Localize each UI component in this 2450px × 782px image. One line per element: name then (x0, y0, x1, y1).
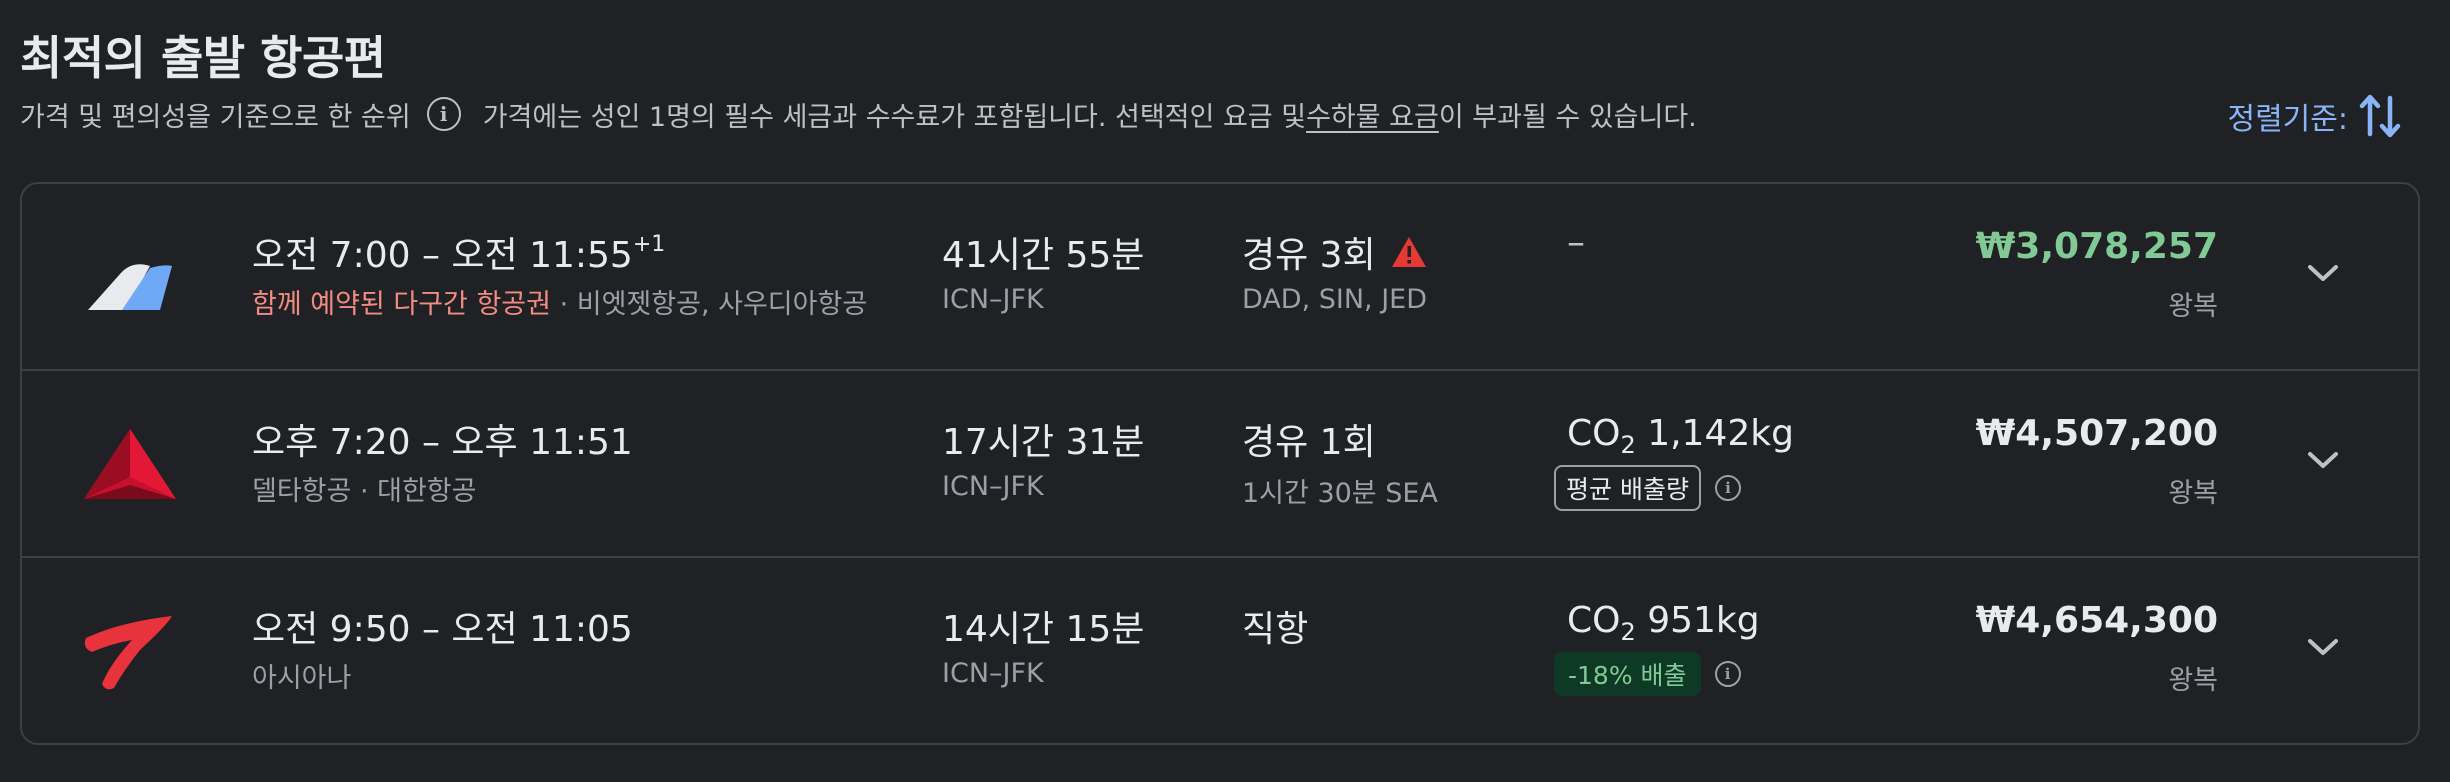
stops-info: 경유 3회 (1242, 226, 1428, 278)
airline-names: 비엣젯항공, 사우디아항공 (576, 289, 868, 320)
layover-airports: DAD, SIN, JED (1242, 284, 1428, 315)
emission-badge: 평균 배출량 (1554, 465, 1701, 511)
airline-info: 함께 예약된 다구간 항공권 · 비엣젯항공, 사우디아항공 (252, 282, 867, 321)
airline-names: 델타항공 · 대한항공 (252, 476, 477, 507)
ranking-info-row: 가격 및 편의성을 기준으로 한 순위 i 가격에는 성인 1명의 필수 세금과… (20, 92, 1697, 136)
flight-results-section: 최적의 출발 항공편 가격 및 편의성을 기준으로 한 순위 i 가격에는 성인… (0, 0, 2450, 782)
airline-separator: · (551, 289, 577, 320)
flight-list: 오전 7:00 – 오전 11:55+1 함께 예약된 다구간 항공권 · 비엣… (20, 182, 2420, 745)
flight-duration: 41시간 55분 (942, 235, 1145, 276)
baggage-fee-link[interactable]: 수하물 요금 (1306, 95, 1439, 134)
flight-duration: 14시간 15분 (942, 609, 1145, 650)
sort-button[interactable]: 정렬기준: (2227, 88, 2402, 144)
flight-route: ICN–JFK (942, 471, 1044, 502)
stops-count: 경유 1회 (1242, 422, 1376, 463)
stops-count: 경유 3회 (1242, 235, 1376, 276)
co2-prefix: CO (1567, 600, 1621, 641)
airline-names: 아시아나 (252, 663, 352, 694)
vietjet-logo (88, 264, 172, 310)
swap-vert-icon (2359, 94, 2401, 138)
emissions-unavailable: – (1567, 222, 1585, 263)
flight-times: 오전 9:50 – 오전 11:05 (252, 609, 633, 650)
info-icon[interactable]: i (1714, 475, 1741, 501)
co2-prefix: CO (1567, 413, 1621, 454)
flight-row[interactable]: 오후 7:20 – 오후 11:51 델타항공 · 대한항공 17시간 31분 … (22, 371, 2418, 558)
emission-badge: -18% 배출 (1554, 652, 1701, 696)
times-text: 오전 7:00 – 오전 11:55 (252, 235, 633, 276)
info-icon[interactable]: i (426, 97, 461, 131)
ranking-text: 가격 및 편의성을 기준으로 한 순위 (20, 101, 411, 133)
co2-sub: 2 (1620, 431, 1636, 459)
chevron-down-icon[interactable] (2298, 622, 2348, 672)
multi-ticket-warning: 함께 예약된 다구간 항공권 (252, 289, 551, 320)
section-title: 최적의 출발 항공편 (20, 31, 386, 85)
flight-times: 오전 7:00 – 오전 11:55+1 (252, 226, 665, 278)
flight-price: ₩4,654,300 (1975, 600, 2218, 641)
flight-price: ₩4,507,200 (1975, 413, 2218, 454)
flight-row[interactable]: 오전 7:00 – 오전 11:55+1 함께 예약된 다구간 항공권 · 비엣… (22, 184, 2418, 371)
co2-sub: 2 (1620, 618, 1636, 646)
price-note-end: 이 부과될 수 있습니다. (1438, 101, 1697, 133)
co2-value: 951kg (1635, 600, 1760, 641)
delta-logo (84, 429, 176, 499)
stops-count: 직항 (1242, 609, 1309, 650)
sort-label: 정렬기준: (2227, 102, 2348, 137)
trip-type: 왕복 (2168, 478, 2218, 509)
flight-price: ₩3,078,257 (1975, 226, 2218, 267)
layover-detail: 1시간 30분 SEA (1242, 478, 1438, 509)
day-offset: +1 (632, 232, 666, 257)
trip-type: 왕복 (2168, 665, 2218, 696)
emission-badge-line: 평균 배출량 i (1554, 465, 1741, 511)
co2-value: 1,142kg (1635, 413, 1794, 454)
warning-icon (1391, 237, 1426, 267)
flight-route: ICN–JFK (942, 658, 1044, 689)
info-icon[interactable]: i (1714, 661, 1741, 687)
price-note-start: 가격에는 성인 1명의 필수 세금과 수수료가 포함됩니다. 선택적인 요금 및 (482, 101, 1307, 133)
trip-type: 왕복 (2168, 291, 2218, 322)
flight-route: ICN–JFK (942, 284, 1044, 315)
flight-row[interactable]: 오전 9:50 – 오전 11:05 아시아나 14시간 15분 ICN–JFK… (22, 558, 2418, 743)
flight-times: 오후 7:20 – 오후 11:51 (252, 422, 633, 463)
flight-duration: 17시간 31분 (942, 422, 1145, 463)
co2-emissions: CO2 1,142kg (1567, 413, 1794, 459)
chevron-down-icon[interactable] (2298, 248, 2348, 298)
co2-emissions: CO2 951kg (1567, 600, 1760, 646)
emission-badge-line: -18% 배출 i (1554, 652, 1741, 696)
asiana-logo (84, 616, 172, 690)
chevron-down-icon[interactable] (2298, 435, 2348, 485)
